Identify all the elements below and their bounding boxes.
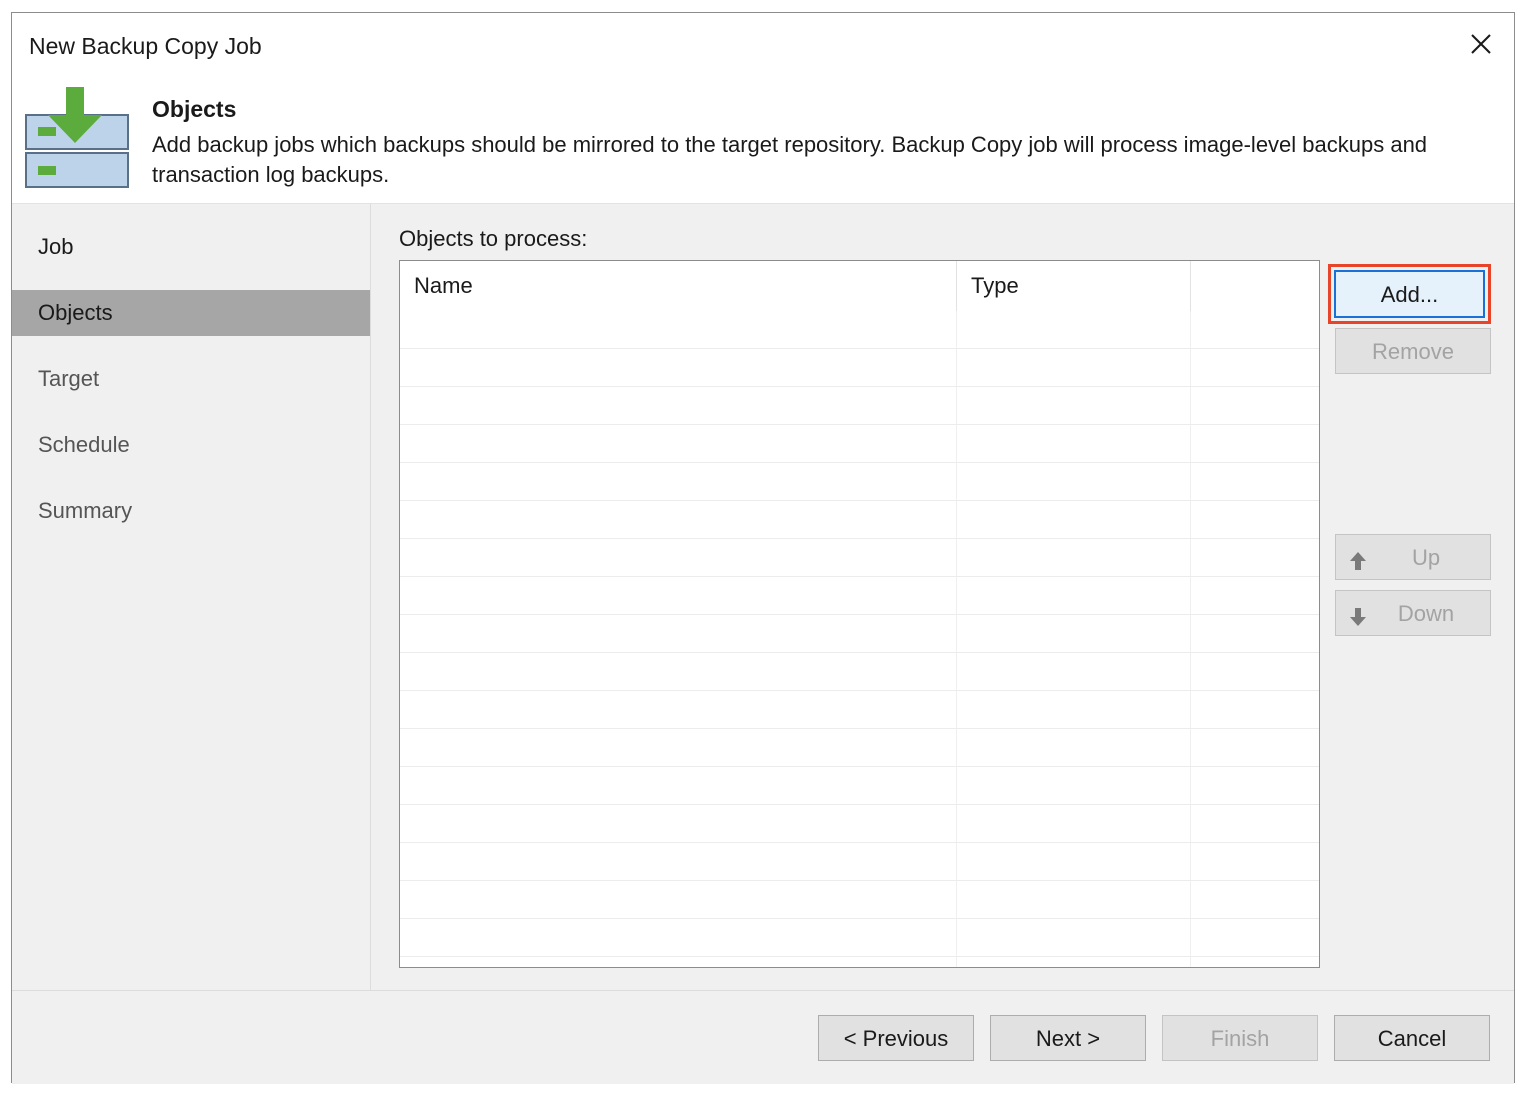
down-button-label: Down (1397, 601, 1455, 626)
table-row (400, 653, 1319, 691)
table-row (400, 501, 1319, 539)
table-body (400, 311, 1319, 967)
table-row (400, 881, 1319, 919)
table-row (400, 463, 1319, 501)
step-schedule[interactable]: Schedule (12, 422, 370, 468)
wizard-steps: Job Objects Target Schedule Summary (12, 204, 371, 991)
remove-button[interactable]: Remove (1335, 328, 1491, 374)
table-row (400, 349, 1319, 387)
down-button[interactable]: Down (1335, 590, 1491, 636)
table-row (400, 729, 1319, 767)
finish-button[interactable]: Finish (1162, 1015, 1318, 1061)
objects-label: Objects to process: (399, 226, 588, 251)
table-row (400, 425, 1319, 463)
next-button[interactable]: Next > (990, 1015, 1146, 1061)
add-button[interactable]: Add... (1334, 270, 1485, 318)
wizard-header: Objects Add backup jobs which backups sh… (12, 77, 1514, 203)
step-summary[interactable]: Summary (12, 488, 370, 534)
arrow-down-icon (1348, 601, 1368, 626)
wizard-footer: < Previous Next > Finish Cancel (12, 990, 1514, 1084)
backup-copy-icon (24, 85, 130, 191)
column-header-type[interactable]: Type (956, 261, 1190, 311)
close-icon[interactable] (1464, 27, 1498, 61)
objects-table[interactable]: Name Type (399, 260, 1320, 968)
table-row (400, 919, 1319, 957)
column-header-empty (1190, 261, 1319, 311)
table-row (400, 767, 1319, 805)
table-row (400, 843, 1319, 881)
step-job[interactable]: Job (12, 224, 370, 270)
window-title: New Backup Copy Job (29, 33, 262, 59)
table-row (400, 577, 1319, 615)
previous-button[interactable]: < Previous (818, 1015, 974, 1061)
step-target[interactable]: Target (12, 356, 370, 402)
table-row (400, 615, 1319, 653)
table-row (400, 387, 1319, 425)
up-button-label: Up (1411, 545, 1441, 570)
backup-copy-job-wizard: New Backup Copy Job Objects Add backup j… (11, 12, 1515, 1084)
step-objects[interactable]: Objects (12, 290, 370, 336)
table-row (400, 539, 1319, 577)
table-row (400, 691, 1319, 729)
cancel-button[interactable]: Cancel (1334, 1015, 1490, 1061)
step-title: Objects (152, 96, 237, 122)
up-button[interactable]: Up (1335, 534, 1491, 580)
arrow-up-icon (1348, 545, 1368, 570)
table-row (400, 311, 1319, 349)
objects-panel: Objects to process: Name Type Add... Rem… (371, 204, 1514, 991)
wizard-body: Job Objects Target Schedule Summary Obje… (12, 203, 1514, 991)
table-header: Name Type (400, 261, 1319, 311)
column-header-name[interactable]: Name (400, 261, 956, 311)
step-description: Add backup jobs which backups should be … (152, 132, 1428, 187)
title-bar: New Backup Copy Job (12, 13, 1514, 77)
table-row (400, 805, 1319, 843)
